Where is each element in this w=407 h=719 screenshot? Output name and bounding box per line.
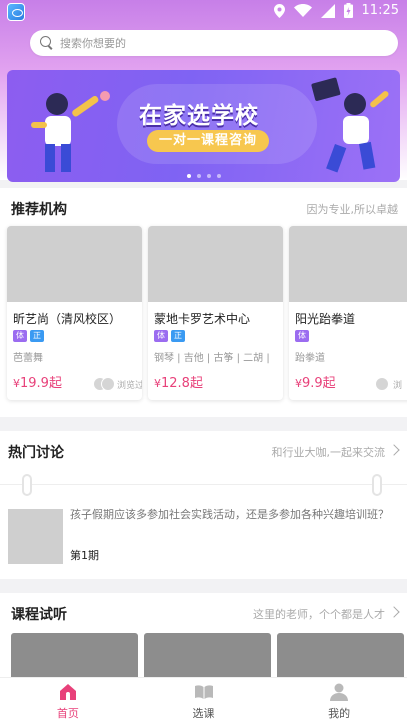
course-card[interactable]	[11, 633, 138, 681]
status-bar: 11:25	[0, 0, 407, 24]
price-value: 19.9起	[20, 376, 62, 391]
currency-symbol: ¥	[154, 377, 161, 390]
org-price: ¥12.8起	[154, 372, 203, 391]
carousel-dot[interactable]	[216, 174, 221, 178]
section-title: 推荐机构	[11, 202, 67, 218]
org-name: 阳光跆拳道	[295, 312, 356, 326]
tag-badge: 体	[154, 330, 168, 342]
tag-badge: 正	[171, 330, 185, 342]
org-category: 跆拳道	[295, 353, 325, 364]
org-name: 昕艺尚（清风校区）	[13, 312, 122, 326]
tag-badge: 体	[295, 330, 309, 342]
org-image	[7, 226, 142, 302]
bottom-tab-bar: 首页 选课 我的	[0, 677, 407, 719]
status-time: 11:25	[361, 3, 399, 18]
tab-label: 选课	[192, 707, 215, 719]
discussion-post[interactable]: 孩子假期应该多参加社会实践活动，还是多参加各种兴趣培训班？ 第1期	[8, 508, 398, 569]
discussion-header[interactable]: 热门讨论 和行业大咖,一起来交流	[0, 431, 407, 471]
discussion-section: 热门讨论 和行业大咖,一起来交流 孩子假期应该多参加社会实践活动，还是多参加各种…	[0, 431, 407, 579]
carousel-dot[interactable]	[196, 174, 201, 178]
tab-label: 我的	[328, 707, 351, 719]
org-list: 昕艺尚（清风校区） 体 正 芭蕾舞 ¥19.9起 浏览过 蒙地卡罗艺术中心 体 …	[7, 226, 407, 400]
location-icon	[273, 3, 285, 18]
carousel-dot[interactable]	[206, 174, 211, 178]
trial-section: 课程试听 这里的老师，个个都是人才	[0, 593, 407, 681]
tab-courses[interactable]: 选课	[136, 678, 272, 719]
section-subtitle: 和行业大咖,一起来交流	[271, 446, 386, 459]
rail-pin-left	[22, 474, 32, 496]
recommended-header: 推荐机构 因为专业,所以卓越	[0, 188, 407, 228]
banner-illustration-right	[311, 77, 389, 173]
section-title: 热门讨论	[8, 445, 64, 461]
wifi-icon	[293, 4, 312, 17]
currency-symbol: ¥	[13, 377, 20, 390]
book-icon	[194, 685, 213, 699]
signal-icon	[320, 3, 335, 18]
org-category: 钢琴 | 吉他 | 古筝 | 二胡 |	[154, 353, 270, 364]
home-screen: 11:25 在家选学校 一对一课程咨询	[0, 0, 407, 719]
chevron-right-icon	[388, 444, 400, 456]
tag-badge: 正	[30, 330, 44, 342]
recommended-section: 推荐机构 因为专业,所以卓越 昕艺尚（清风校区） 体 正 芭蕾舞 ¥19.9起 …	[0, 188, 407, 417]
post-image	[8, 509, 63, 564]
org-image	[148, 226, 283, 302]
org-card[interactable]: 蒙地卡罗艺术中心 体 正 钢琴 | 吉他 | 古筝 | 二胡 | ¥12.8起	[148, 226, 283, 400]
org-card[interactable]: 昕艺尚（清风校区） 体 正 芭蕾舞 ¥19.9起 浏览过	[7, 226, 142, 400]
org-image	[289, 226, 407, 302]
tab-profile[interactable]: 我的	[271, 678, 407, 719]
viewed-indicator: 浏	[375, 377, 402, 391]
org-name: 蒙地卡罗艺术中心	[154, 312, 251, 326]
course-card[interactable]	[144, 633, 271, 681]
app-notification-icon	[7, 3, 25, 21]
search-input[interactable]	[60, 36, 360, 50]
post-text: 孩子假期应该多参加社会实践活动，还是多参加各种兴趣培训班？	[70, 508, 389, 521]
tab-label: 首页	[56, 707, 79, 719]
promo-banner[interactable]: 在家选学校 一对一课程咨询	[7, 70, 400, 182]
tab-home[interactable]: 首页	[0, 678, 136, 719]
banner-title: 在家选学校	[139, 103, 259, 129]
course-card[interactable]	[277, 633, 404, 681]
viewer-avatars	[375, 377, 391, 391]
search-bar[interactable]	[30, 30, 398, 56]
tag-badge: 体	[13, 330, 27, 342]
section-title: 课程试听	[11, 607, 67, 623]
user-icon	[330, 683, 349, 701]
course-list	[11, 633, 404, 681]
post-issue: 第1期	[70, 549, 99, 562]
rail-pin-right	[372, 474, 382, 496]
chevron-right-icon	[388, 606, 400, 618]
org-card[interactable]: 阳光跆拳道 体 跆拳道 ¥9.9起 浏	[289, 226, 407, 400]
viewer-avatars	[93, 377, 115, 391]
viewed-label: 浏览过	[117, 380, 142, 391]
banner-illustration-left	[31, 91, 110, 172]
viewed-label: 浏	[393, 380, 403, 391]
price-value: 9.9起	[302, 376, 336, 391]
viewed-indicator: 浏览过	[93, 377, 142, 391]
org-price: ¥19.9起	[13, 372, 62, 391]
org-price: ¥9.9起	[295, 372, 336, 391]
trial-header[interactable]: 课程试听 这里的老师，个个都是人才	[0, 593, 407, 633]
divider-rail	[0, 471, 407, 499]
carousel-dot[interactable]	[186, 174, 191, 178]
org-category: 芭蕾舞	[13, 353, 43, 364]
currency-symbol: ¥	[295, 377, 302, 390]
price-value: 12.8起	[161, 376, 203, 391]
section-subtitle: 这里的老师，个个都是人才	[253, 608, 385, 621]
carousel-dots	[7, 174, 400, 178]
battery-icon	[343, 3, 353, 18]
search-icon	[40, 36, 54, 50]
section-subtitle: 因为专业,所以卓越	[306, 203, 399, 216]
home-icon	[59, 684, 76, 700]
banner-subtitle: 一对一课程咨询	[147, 130, 270, 152]
